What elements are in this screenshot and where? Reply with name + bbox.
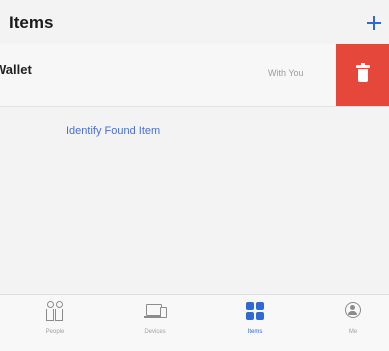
tab-people[interactable]: People: [25, 295, 85, 351]
people-icon: [45, 301, 65, 321]
delete-button[interactable]: [336, 44, 389, 106]
tab-me[interactable]: Me: [323, 295, 383, 351]
devices-icon: [144, 301, 167, 321]
tab-label: People: [45, 329, 65, 335]
add-item-button[interactable]: [365, 14, 383, 32]
me-icon: [343, 301, 363, 321]
tab-label: Devices: [144, 329, 166, 335]
page-title: Items: [9, 13, 54, 32]
find-my-items-screen: Items Wallet With You Identify Found Ite…: [0, 0, 389, 351]
tab-label: Me: [348, 329, 358, 335]
navigation-bar: Items: [0, 0, 389, 44]
identify-found-item-link[interactable]: Identify Found Item: [66, 125, 160, 137]
tab-devices[interactable]: Devices: [125, 295, 185, 351]
items-icon: [245, 301, 265, 321]
item-title: Wallet: [0, 62, 32, 77]
trash-icon: [356, 63, 370, 83]
tab-bar: People Devices Items Me: [0, 294, 389, 351]
tab-items[interactable]: Items: [225, 295, 285, 351]
item-row-wallet[interactable]: Wallet With You: [0, 44, 389, 107]
tab-label: Items: [247, 329, 263, 335]
item-status: With You: [268, 68, 304, 78]
